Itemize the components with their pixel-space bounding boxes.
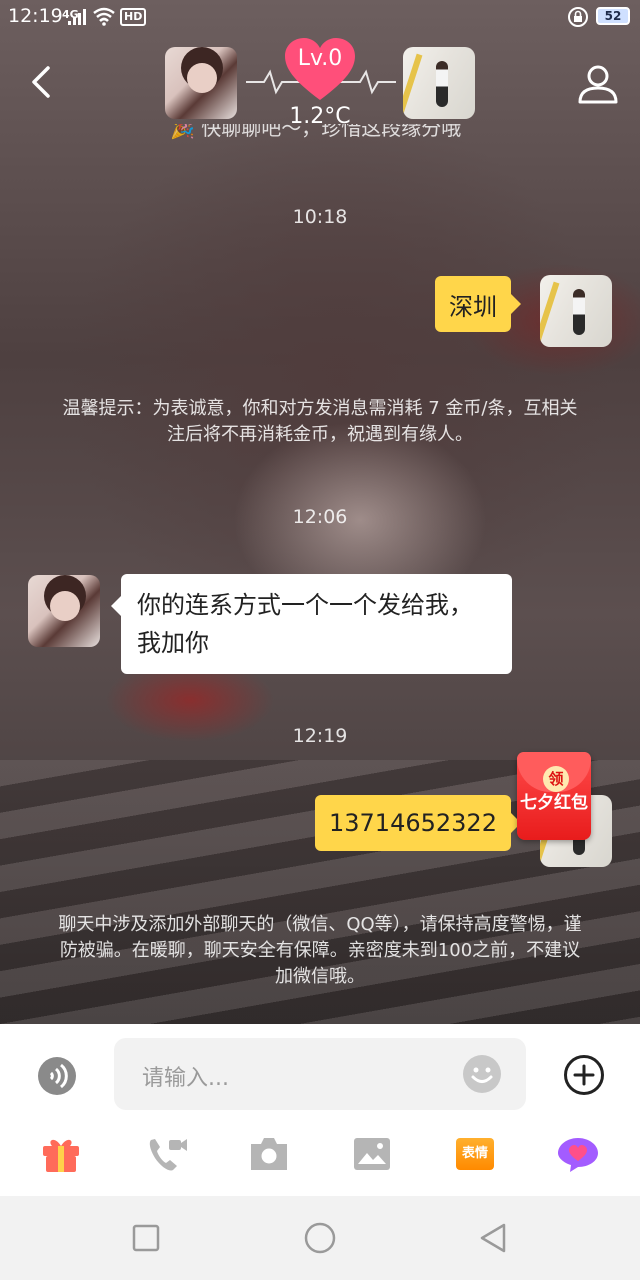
- message-time: 12:06: [292, 506, 348, 528]
- red-packet-label: 七夕红包: [520, 793, 588, 813]
- home-icon[interactable]: [302, 1220, 338, 1256]
- status-time: 12:19: [8, 5, 63, 27]
- emoji-sticker-icon[interactable]: 表情: [456, 1138, 494, 1170]
- battery-indicator: 52: [596, 7, 630, 25]
- system-notice: 温馨提示：为表诚意，你和对方发消息需消耗 7 金币/条，互相关注后将不再消耗金币…: [62, 398, 578, 445]
- back-nav-icon[interactable]: [476, 1220, 512, 1256]
- message-time: 12:19: [292, 725, 348, 747]
- chat-heart-icon[interactable]: [556, 1134, 600, 1174]
- scrolled-notice: 🎉 快聊聊吧～，珍惜这段缘分哦: [0, 124, 640, 146]
- chat-header: Lv.0 1.2°C: [0, 34, 640, 134]
- intimacy-level: Lv.0: [297, 46, 343, 71]
- safety-notice: 聊天中涉及添加外部聊天的（微信、QQ等），请保持高度警惕，谨防被骗。在暖聊，聊天…: [58, 914, 582, 987]
- camera-icon[interactable]: [247, 1134, 291, 1174]
- incoming-message-text: 你的连系方式一个一个发给我，我加你: [137, 591, 473, 657]
- back-arrow-icon[interactable]: [24, 62, 60, 102]
- outgoing-message-bubble[interactable]: 深圳: [435, 276, 521, 332]
- recent-apps-icon[interactable]: [128, 1220, 164, 1256]
- message-time: 10:18: [292, 206, 348, 228]
- network-badge: HD: [120, 8, 147, 26]
- gift-icon[interactable]: [39, 1134, 83, 1174]
- emoji-icon[interactable]: [462, 1054, 502, 1094]
- wifi-icon: [93, 7, 115, 26]
- outgoing-message-text: 深圳: [449, 292, 497, 321]
- add-more-icon[interactable]: [563, 1054, 605, 1096]
- red-packet-badge: 领: [543, 766, 569, 792]
- image-icon[interactable]: [350, 1134, 394, 1174]
- input-placeholder: 请输入...: [142, 1066, 229, 1091]
- video-call-icon[interactable]: [145, 1134, 189, 1174]
- toolbar: 表情: [0, 1130, 640, 1178]
- rotation-lock-icon: [568, 7, 588, 27]
- my-avatar[interactable]: [403, 47, 475, 119]
- profile-icon[interactable]: [576, 62, 620, 106]
- status-bar: 12:19 4G HD 52: [0, 0, 640, 34]
- message-input[interactable]: 请输入...: [114, 1038, 526, 1110]
- system-navigation-bar: [0, 1196, 640, 1280]
- voice-input-icon[interactable]: [37, 1056, 77, 1096]
- red-packet-button[interactable]: 领 七夕红包: [517, 752, 591, 840]
- my-message-avatar[interactable]: [540, 275, 612, 347]
- outgoing-message-bubble[interactable]: 13714652322: [315, 795, 521, 851]
- scrolled-notice-text: 🎉 快聊聊吧～，珍惜这段缘分哦: [170, 124, 462, 140]
- outgoing-message-text: 13714652322: [329, 809, 497, 837]
- partner-message-avatar[interactable]: [28, 575, 100, 647]
- input-panel: 请输入... 表情: [0, 1024, 640, 1196]
- incoming-message-bubble[interactable]: 你的连系方式一个一个发给我，我加你: [111, 574, 512, 674]
- signal-icon: [68, 9, 86, 25]
- partner-avatar[interactable]: [165, 47, 237, 119]
